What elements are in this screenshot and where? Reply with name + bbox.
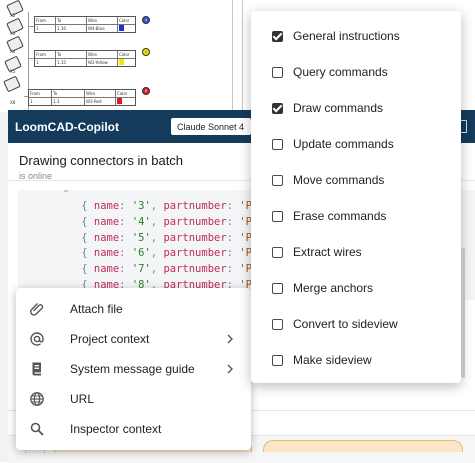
table-cell: 1.3 — [52, 98, 85, 105]
globe-icon — [29, 391, 45, 407]
table-color-cell — [118, 25, 134, 32]
table-header: Color — [119, 18, 130, 23]
command-option-move-commands[interactable]: Move commands — [251, 162, 461, 198]
table-header: From — [35, 17, 56, 24]
table-color-cell — [118, 59, 134, 66]
model-select-value: Claude Sonnet 4 — [177, 121, 245, 132]
menu-item-label: URL — [70, 392, 95, 406]
table-header: To — [52, 90, 85, 97]
table-header: Wire — [87, 51, 118, 58]
command-option-label: Make sideview — [293, 353, 372, 367]
table-cell: 1 — [35, 59, 56, 66]
command-option-draw-commands[interactable]: Draw commands — [251, 90, 461, 126]
checkbox-checked-icon[interactable] — [272, 30, 283, 42]
chevron-right-icon — [224, 332, 236, 346]
scrollbar-thumb[interactable] — [461, 248, 465, 378]
table-header: From — [29, 90, 52, 97]
command-option-general-instructions[interactable]: General instructions — [251, 18, 461, 54]
table-header: Color — [117, 91, 128, 96]
connector-marker[interactable]: 6 — [142, 87, 150, 95]
checkbox-icon[interactable] — [272, 246, 283, 258]
part-label: X4 — [10, 49, 16, 54]
command-option-label: Convert to sideview — [293, 317, 398, 331]
menu-item-label: Attach file — [70, 302, 123, 316]
table-cell: W3-Red — [85, 98, 116, 105]
command-option-label: Query commands — [293, 65, 388, 79]
table-cell: 1 — [35, 25, 56, 32]
menu-item-label: Inspector context — [70, 422, 162, 436]
checkbox-icon[interactable] — [272, 66, 283, 78]
attach-menu: Attach file Project context System messa… — [16, 288, 251, 450]
checkbox-icon[interactable] — [272, 282, 283, 294]
menu-item-label: System message guide — [70, 362, 195, 376]
model-select[interactable]: Claude Sonnet 4 — [171, 118, 251, 135]
table-cell: 1.16 — [56, 25, 87, 32]
table-cell: W4-Blue — [87, 25, 118, 32]
connector-marker[interactable]: 1 — [142, 48, 150, 56]
wire-color-swatch — [119, 59, 124, 65]
menu-item-label: Project context — [70, 332, 150, 346]
checkbox-checked-icon[interactable] — [272, 102, 283, 114]
wire-color-swatch — [119, 25, 124, 31]
wire-table[interactable]: From To Wire Color 1 1.3 W3-Red — [28, 89, 136, 106]
checkbox-icon[interactable] — [272, 210, 283, 222]
command-option-label: Erase commands — [293, 209, 387, 223]
command-option-update-commands[interactable]: Update commands — [251, 126, 461, 162]
checkbox-icon[interactable] — [272, 174, 283, 186]
table-header: Wire — [85, 90, 116, 97]
attachment-chip[interactable] — [263, 440, 463, 452]
table-header: Wire — [87, 17, 118, 24]
at-sign-icon — [29, 331, 45, 347]
commands-menu: General instructions Query commands Draw… — [251, 11, 461, 383]
connector-marker[interactable]: 4 — [142, 16, 150, 24]
command-option-label: Extract wires — [293, 245, 362, 259]
drawing-grid-line — [242, 0, 243, 112]
paperclip-icon — [29, 301, 45, 317]
part-label: X3 — [10, 31, 16, 36]
part-label: X5 — [10, 69, 16, 74]
menu-item-inspector-context[interactable]: Inspector context — [16, 414, 251, 444]
part-label: X8 — [10, 100, 16, 105]
menu-item-attach-file[interactable]: Attach file — [16, 294, 251, 324]
table-cell: W2-Yellow — [87, 59, 118, 66]
document-icon — [29, 361, 45, 377]
drawing-grid-line — [232, 0, 233, 112]
search-icon — [29, 421, 45, 437]
checkbox-icon[interactable] — [272, 354, 283, 366]
command-option-make-sideview[interactable]: Make sideview — [251, 342, 461, 378]
command-option-label: Draw commands — [293, 101, 384, 115]
connector-part[interactable] — [3, 75, 21, 93]
command-option-merge-anchors[interactable]: Merge anchors — [251, 270, 461, 306]
table-color-cell — [116, 98, 132, 105]
command-option-label: Merge anchors — [293, 281, 374, 295]
code-fragment — [64, 190, 68, 192]
checkbox-icon[interactable] — [272, 138, 283, 150]
command-option-extract-wires[interactable]: Extract wires — [251, 234, 461, 270]
table-cell: 1 — [29, 98, 52, 105]
command-option-query-commands[interactable]: Query commands — [251, 54, 461, 90]
table-header: Color — [119, 52, 130, 57]
chevron-right-icon — [224, 362, 236, 376]
command-option-erase-commands[interactable]: Erase commands — [251, 198, 461, 234]
menu-item-url[interactable]: URL — [16, 384, 251, 414]
wire-table[interactable]: From To Wire Color 1 1.15 W2-Yellow — [34, 50, 136, 67]
wire-color-swatch — [117, 98, 122, 104]
menu-item-project-context[interactable]: Project context — [16, 324, 251, 354]
copilot-title: LoomCAD-Copilot — [15, 119, 119, 134]
table-header: From — [35, 51, 56, 58]
wire-table[interactable]: From To Wire Color 1 1.16 W4-Blue — [34, 16, 136, 33]
table-cell: 1.15 — [56, 59, 87, 66]
table-header: To — [56, 51, 87, 58]
part-label: X2 — [10, 13, 16, 18]
table-header: To — [56, 17, 87, 24]
command-option-convert-to-sideview[interactable]: Convert to sideview — [251, 306, 461, 342]
command-option-label: General instructions — [293, 29, 400, 43]
command-option-label: Move commands — [293, 173, 385, 187]
menu-item-system-message-guide[interactable]: System message guide — [16, 354, 251, 384]
checkbox-icon[interactable] — [272, 318, 283, 330]
command-option-label: Update commands — [293, 137, 394, 151]
